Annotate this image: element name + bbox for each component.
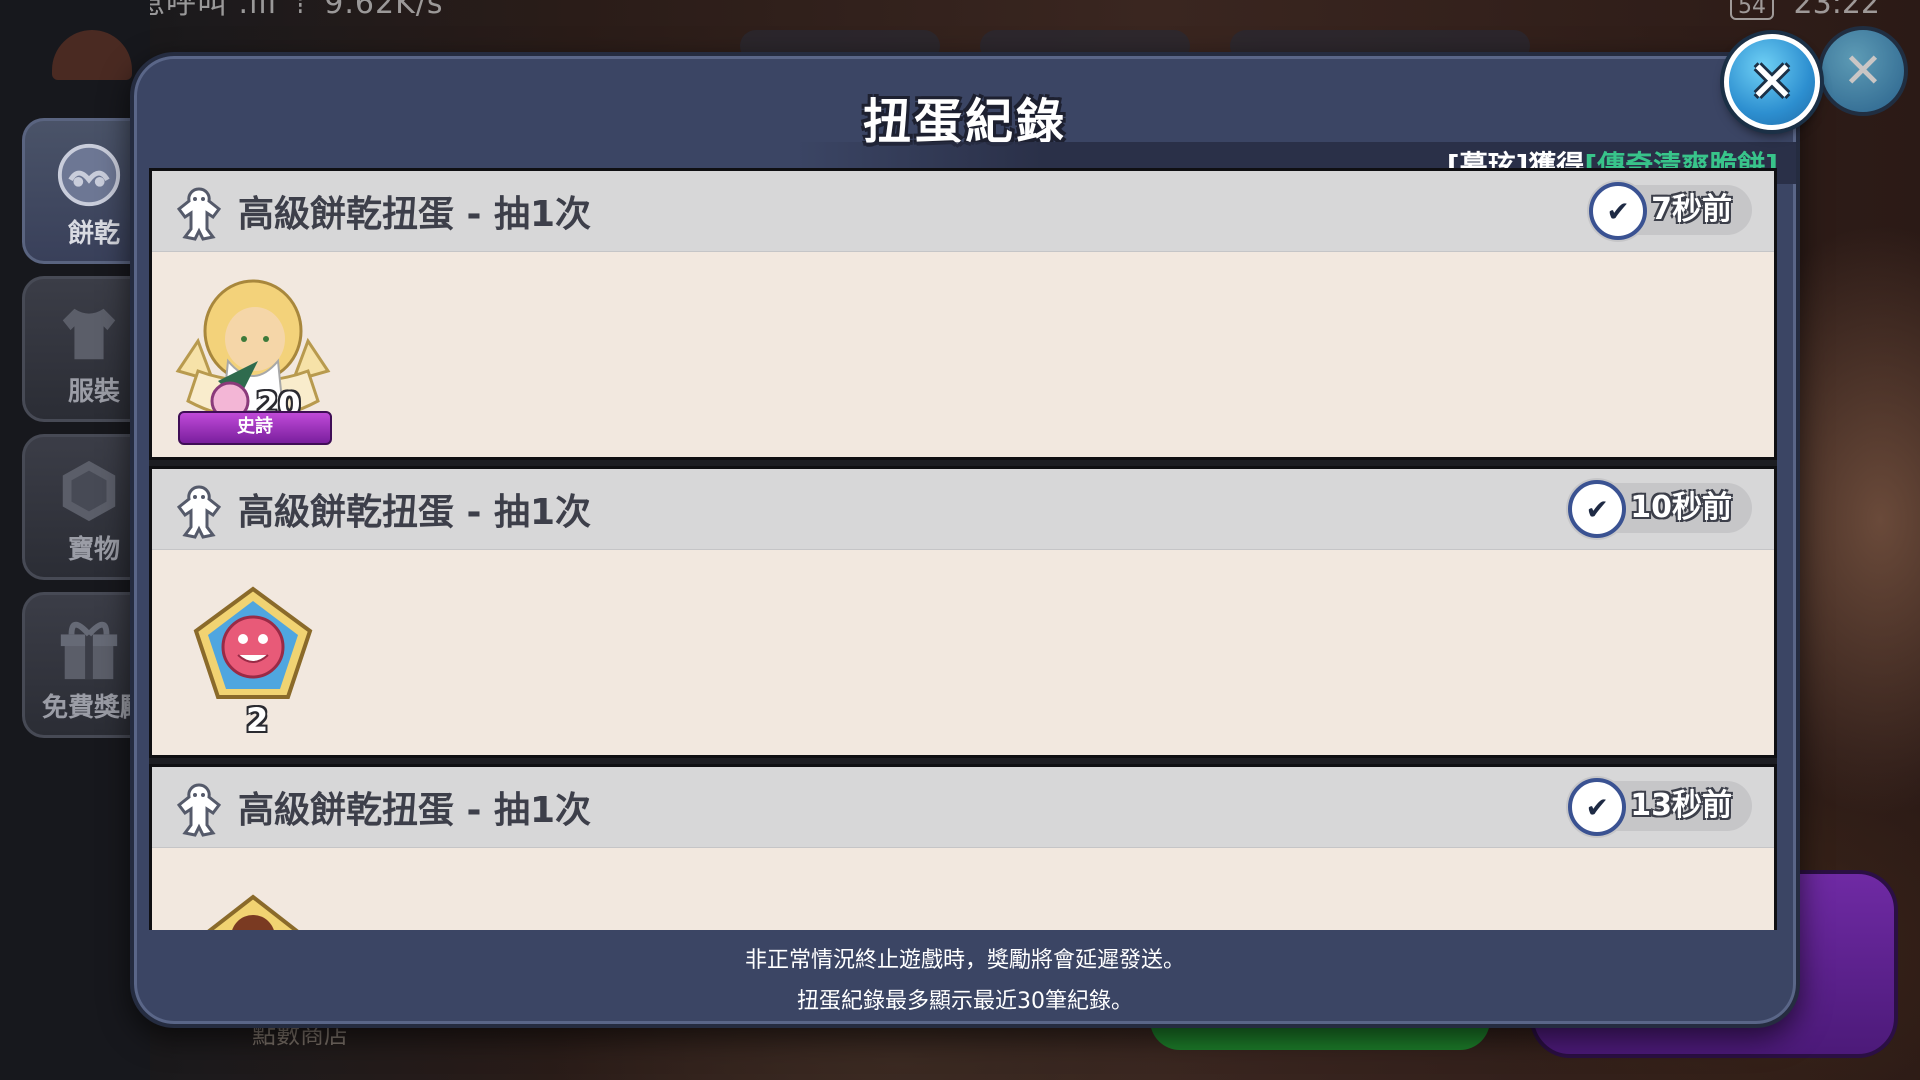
shirt-icon [55,299,123,367]
list-item: 高級餅乾扭蛋 - 抽1次 7秒前 20 [149,168,1777,460]
system-time: 23:22 [1793,0,1880,21]
time-badge: 7秒前 [1589,182,1752,240]
gacha-cookie-icon [174,483,224,539]
time-ago: 13秒前 [1630,788,1732,823]
kingdom-icon [52,30,132,80]
footer-notes: 非正常情況終止遊戲時，獎勵將會延遲發送。 扭蛋紀錄最多顯示最近30筆紀錄。 [134,940,1796,1022]
entry-header: 高級餅乾扭蛋 - 抽1次 13秒前 [152,767,1774,848]
time-ago: 10秒前 [1630,490,1732,525]
clock-icon [1568,778,1627,836]
reward-soulstone[interactable]: 2 [158,559,348,749]
treasure-icon [55,457,123,525]
gacha-history-list[interactable]: 高級餅乾扭蛋 - 抽1次 7秒前 20 [149,168,1777,930]
list-item: 高級餅乾扭蛋 - 抽1次 10秒前 2 [149,466,1777,758]
close-icon: ✕ [1748,49,1796,115]
reward-count: 2 [246,701,269,739]
list-item: 高級餅乾扭蛋 - 抽1次 13秒前 [149,764,1777,930]
gift-icon [55,615,123,683]
clock-area: 54 23:22 [1729,0,1880,21]
entry-title: 高級餅乾扭蛋 - 抽1次 [238,790,592,831]
background-close-icon [1818,26,1908,116]
reward-gold-item[interactable] [158,857,348,930]
gacha-cookie-icon [174,781,224,837]
clock-icon [1568,480,1627,538]
entry-title: 高級餅乾扭蛋 - 抽1次 [238,492,592,533]
entry-header: 高級餅乾扭蛋 - 抽1次 7秒前 [152,171,1774,252]
gold-item-icon [207,894,299,930]
time-badge: 10秒前 [1568,480,1752,538]
footer-note-delay: 非正常情況終止遊戲時，獎勵將會延遲發送。 [744,948,1185,973]
gacha-history-modal: 扭蛋紀錄 [暮玹]獲得[傳奇清爽脆餅] 高級餅乾扭蛋 - 抽1次 7秒前 [130,52,1800,1028]
clock-icon [1589,182,1648,240]
footer-note-limit: 扭蛋紀錄最多顯示最近30筆紀錄。 [797,989,1133,1014]
rarity-badge: 史詩 [178,411,332,445]
cookie-icon [55,141,123,209]
gacha-cookie-icon [174,185,224,241]
entry-header: 高級餅乾扭蛋 - 抽1次 10秒前 [152,469,1774,550]
battery-indicator: 54 [1729,0,1774,20]
time-badge: 13秒前 [1568,778,1752,836]
entry-title: 高級餅乾扭蛋 - 抽1次 [238,194,592,235]
reward-cookie-card[interactable]: 20 史詩 [158,261,348,451]
sidebar: 餅乾 服裝 寶物 免費獎勵 [0,0,153,1080]
time-ago: 7秒前 [1651,192,1732,227]
close-button[interactable]: ✕ [1724,34,1820,130]
